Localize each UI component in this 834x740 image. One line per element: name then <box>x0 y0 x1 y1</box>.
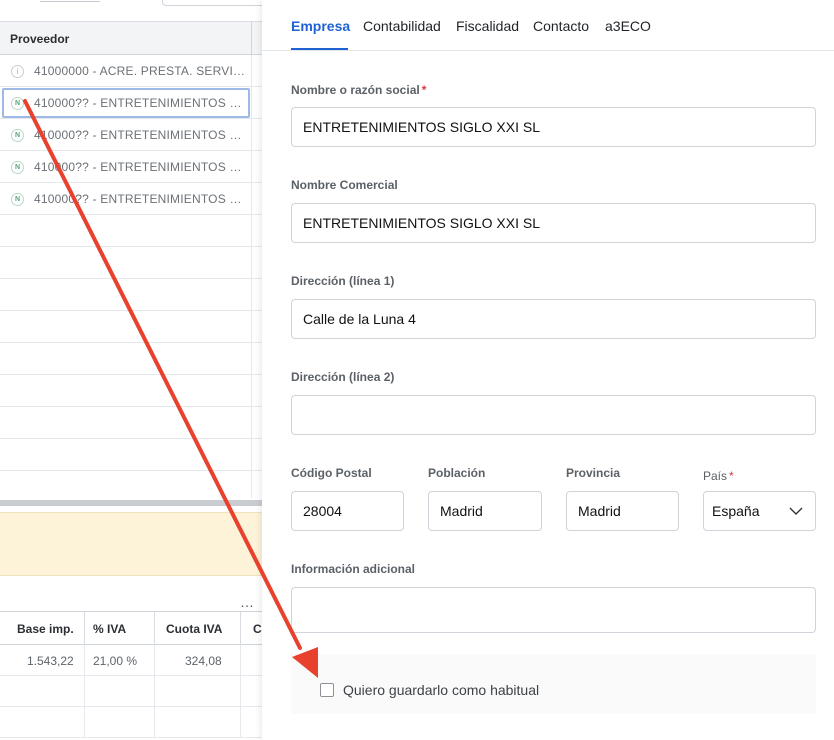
save-habitual-checkbox[interactable] <box>320 683 334 697</box>
table-row[interactable]: N 410000?? - ENTRETENIMIENTOS SIGLO XXI … <box>0 151 262 183</box>
column-header-base[interactable]: Base imp. <box>0 612 85 645</box>
extra-cell <box>241 645 262 676</box>
save-habitual-label[interactable]: Quiero guardarlo como habitual <box>343 682 539 698</box>
field-label-nombre-comercial: Nombre Comercial <box>291 178 398 192</box>
razon-social-input[interactable]: ENTRETENIMIENTOS SIGLO XXI SL <box>291 107 816 147</box>
field-label-codigo-postal: Código Postal <box>291 466 372 480</box>
field-label-provincia: Provincia <box>566 466 621 480</box>
supplier-cell: 410000?? - ENTRETENIMIENTOS SIGLO XXI SL <box>34 128 246 142</box>
empty-row <box>0 375 262 407</box>
empty-row <box>0 407 262 439</box>
pais-selected-value: España <box>712 503 760 519</box>
tab-contabilidad[interactable]: Contabilidad <box>363 18 441 34</box>
cuota-cell: 324,08 <box>155 645 241 676</box>
column-header-proveedor[interactable]: Proveedor <box>10 32 69 46</box>
empty-row <box>0 247 262 279</box>
table-row[interactable]: 1.543,22 21,00 % 324,08 <box>0 645 262 676</box>
empty-row <box>0 676 262 707</box>
field-label-info-adicional: Información adicional <box>291 562 416 576</box>
empty-row <box>0 343 262 375</box>
info-icon: i <box>11 65 24 78</box>
empty-row <box>0 215 262 247</box>
table-row[interactable]: i 41000000 - ACRE. PRESTA. SERVICIOS <box>0 55 262 87</box>
field-label-direccion-2: Dirección (línea 2) <box>291 370 395 384</box>
new-supplier-icon: N <box>11 97 24 110</box>
new-supplier-icon: N <box>11 129 24 142</box>
field-label-razon-social: Nombre o razón social * <box>291 83 427 97</box>
vat-table-header: Base imp. % IVA Cuota IVA C <box>0 612 262 645</box>
tab-contacto[interactable]: Contacto <box>533 18 589 34</box>
poblacion-input[interactable]: Madrid <box>428 491 542 531</box>
required-mark: * <box>729 469 734 483</box>
supplier-cell: 410000?? - ENTRETENIMIENTOS SIGLO XXI SL <box>34 96 246 110</box>
supplier-form-panel: Empresa Contabilidad Fiscalidad Contacto… <box>262 0 834 740</box>
supplier-cell: 41000000 - ACRE. PRESTA. SERVICIOS <box>34 64 246 78</box>
supplier-cell: 410000?? - ENTRETENIMIENTOS SIGLO XXI SL <box>34 192 246 206</box>
background-toolbar <box>0 0 262 22</box>
supplier-grid-header: Proveedor <box>0 22 262 55</box>
tab-empresa[interactable]: Empresa <box>291 18 350 34</box>
table-row[interactable]: N 410000?? - ENTRETENIMIENTOS SIGLO XXI … <box>0 119 262 151</box>
column-header-iva[interactable]: % IVA <box>85 612 155 645</box>
base-cell: 1.543,22 <box>0 645 85 676</box>
chevron-down-icon <box>789 507 803 515</box>
empty-row <box>0 311 262 343</box>
vat-table: Base imp. % IVA Cuota IVA C 1.543,22 21,… <box>0 611 262 740</box>
table-row[interactable]: N 410000?? - ENTRETENIMIENTOS SIGLO XXI … <box>0 183 262 215</box>
toolbar-input[interactable] <box>162 0 262 6</box>
tab-fiscalidad[interactable]: Fiscalidad <box>456 18 519 34</box>
provincia-input[interactable]: Madrid <box>566 491 679 531</box>
empty-row <box>0 471 262 498</box>
info-adicional-input[interactable] <box>291 587 816 633</box>
table-row-selected[interactable]: N 410000?? - ENTRETENIMIENTOS SIGLO XXI … <box>0 87 262 119</box>
column-separator <box>251 22 252 55</box>
empty-row <box>0 707 262 738</box>
more-options-icon[interactable]: … <box>240 594 254 610</box>
iva-cell: 21,00 % <box>85 645 155 676</box>
field-label-poblacion: Población <box>428 466 486 480</box>
new-supplier-icon: N <box>11 193 24 206</box>
field-label-direccion-1: Dirección (línea 1) <box>291 274 395 288</box>
empty-row <box>0 439 262 471</box>
field-label-pais: País * <box>703 469 734 483</box>
empty-row <box>0 279 262 311</box>
direccion-2-input[interactable] <box>291 395 816 435</box>
column-header-cuota[interactable]: Cuota IVA <box>155 612 241 645</box>
active-tab-indicator <box>291 48 348 50</box>
pais-select[interactable]: España <box>703 491 816 531</box>
codigo-postal-input[interactable]: 28004 <box>291 491 404 531</box>
required-mark: * <box>421 83 427 97</box>
supplier-cell: 410000?? - ENTRETENIMIENTOS SIGLO XXI SL <box>34 160 246 174</box>
direccion-1-input[interactable]: Calle de la Luna 4 <box>291 299 816 339</box>
background-app: Proveedor i 41000000 - ACRE. PRESTA. SER… <box>0 0 262 740</box>
notice-band <box>0 512 262 576</box>
column-header-extra[interactable]: C <box>241 612 262 645</box>
new-supplier-icon: N <box>11 161 24 174</box>
pane-splitter[interactable] <box>0 500 262 506</box>
tab-bar: Empresa Contabilidad Fiscalidad Contacto… <box>262 0 834 51</box>
tab-a3eco[interactable]: a3ECO <box>605 18 651 34</box>
supplier-grid: i 41000000 - ACRE. PRESTA. SERVICIOS N 4… <box>0 55 262 498</box>
toolbar-text <box>40 0 100 2</box>
nombre-comercial-input[interactable]: ENTRETENIMIENTOS SIGLO XXI SL <box>291 203 816 243</box>
